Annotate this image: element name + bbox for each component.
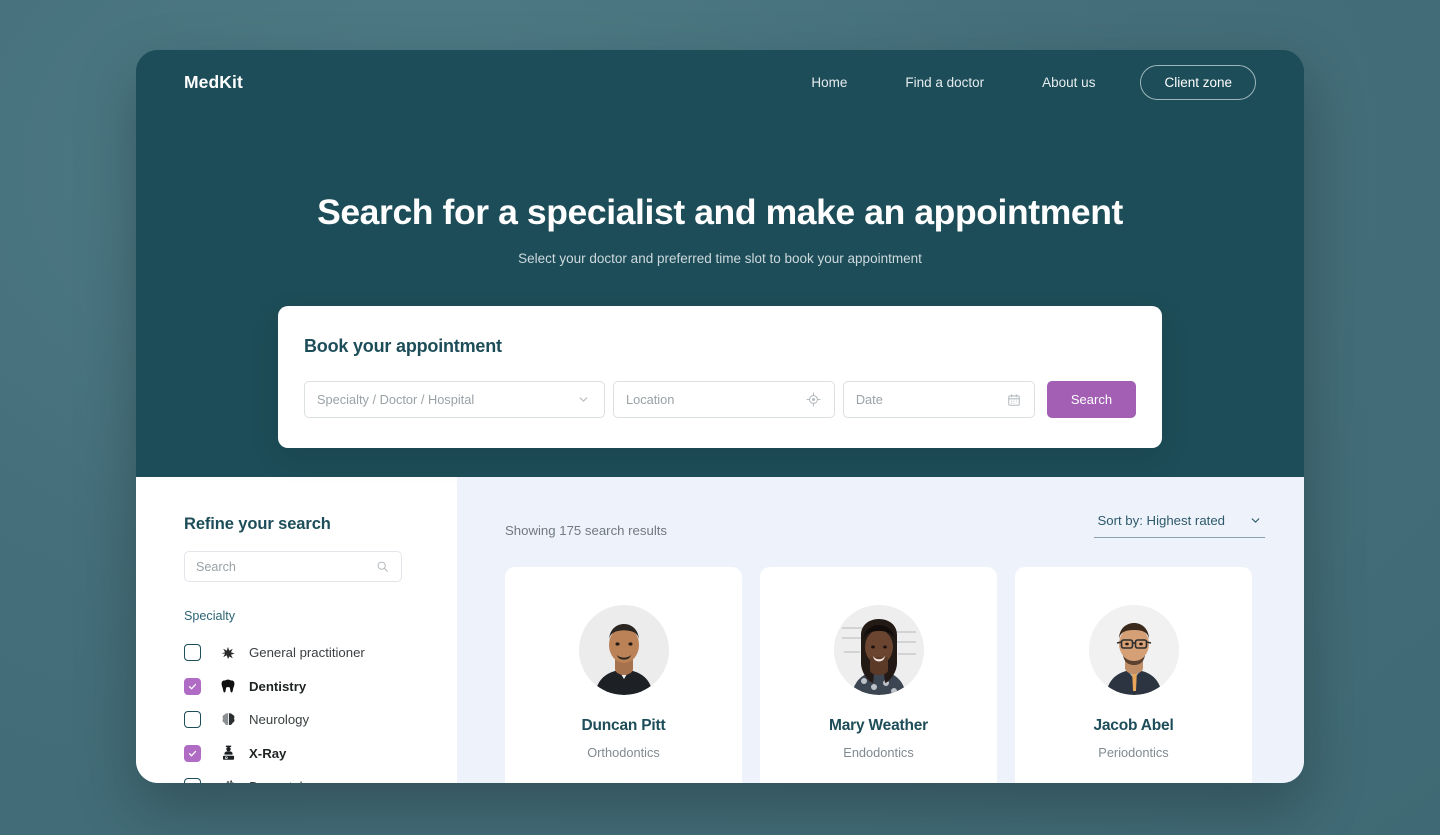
sort-by-label: Sort by: Highest rated	[1097, 513, 1225, 528]
facet-item-dentistry[interactable]: Dentistry	[184, 670, 457, 704]
sidebar-title: Refine your search	[184, 515, 331, 533]
chevron-down-icon	[1249, 514, 1262, 527]
hero-section: MedKit Home Find a doctor About us Clien…	[136, 50, 1304, 477]
facet-checkbox[interactable]	[184, 644, 201, 662]
facet-checkbox[interactable]	[184, 711, 201, 729]
date-input-placeholder: Date	[855, 392, 883, 407]
xray-technician-icon	[219, 745, 237, 761]
facet-item-neurology[interactable]: Neurology	[184, 703, 457, 737]
specialty-select[interactable]: Specialty / Doctor / Hospital	[304, 381, 605, 418]
asterisk-icon	[219, 646, 237, 660]
avatar	[578, 605, 669, 695]
doctor-specialty: Periodontics	[1098, 745, 1169, 760]
nav-item-find-a-doctor[interactable]: Find a doctor	[876, 75, 1013, 90]
calendar-icon[interactable]	[1006, 392, 1022, 408]
brain-icon	[219, 712, 237, 727]
booking-card-title: Book your appointment	[304, 336, 502, 356]
avatar	[833, 605, 924, 695]
results-count: Showing 175 search results	[505, 523, 668, 538]
location-input[interactable]: Location	[612, 381, 835, 418]
avatar	[1088, 605, 1179, 695]
hero-subtitle: Select your doctor and preferred time sl…	[518, 251, 922, 266]
facet-checkbox[interactable]	[184, 778, 201, 783]
facet-item-general-practitioner[interactable]: General practitioner	[184, 636, 457, 670]
sidebar-search-input[interactable]: Search	[184, 551, 402, 582]
crosshair-location-icon[interactable]	[806, 392, 822, 408]
facet-label: Dermatology	[249, 779, 324, 783]
facet-list: General practitioner Dentistry Neurology…	[184, 636, 457, 783]
doctor-specialty: Endodontics	[843, 745, 914, 760]
search-button[interactable]: Search	[1046, 381, 1136, 418]
facet-item-x-ray[interactable]: X-Ray	[184, 737, 457, 771]
results-header: Showing 175 search results Sort by: High…	[505, 513, 1265, 538]
filter-sidebar: Refine your search Search Specialty Gene…	[136, 477, 457, 783]
specialty-select-value: Specialty / Doctor / Hospital	[317, 392, 475, 407]
facet-checkbox[interactable]	[184, 744, 201, 762]
facet-item-dermatology[interactable]: Dermatology	[184, 770, 457, 783]
doctor-card[interactable]: Duncan Pitt Orthodontics	[505, 567, 742, 783]
doctor-name: Mary Weather	[829, 717, 928, 734]
sort-by-dropdown[interactable]: Sort by: Highest rated	[1094, 513, 1265, 538]
facet-label: X-Ray	[249, 745, 287, 761]
sidebar-search-placeholder: Search	[196, 559, 236, 574]
facet-label: Neurology	[249, 712, 310, 728]
client-zone-button[interactable]: Client zone	[1140, 64, 1256, 100]
facet-label: General practitioner	[249, 645, 365, 661]
nav-links: Home Find a doctor About us Client zone	[782, 64, 1256, 100]
magnifier-icon[interactable]	[374, 559, 390, 575]
hero-title: Search for a specialist and make an appo…	[317, 192, 1123, 232]
facet-checkbox[interactable]	[184, 677, 201, 695]
facet-label: Dentistry	[249, 678, 307, 694]
app-window: MedKit Home Find a doctor About us Clien…	[136, 50, 1304, 783]
doctor-card[interactable]: Mary Weather Endodontics	[760, 567, 997, 783]
doctor-specialty: Orthodontics	[587, 745, 660, 760]
booking-card: Book your appointment Specialty / Doctor…	[278, 306, 1162, 448]
skin-hand-icon	[219, 779, 237, 783]
brand-logo[interactable]: MedKit	[184, 72, 243, 93]
chevron-down-icon	[576, 392, 592, 408]
nav-item-home[interactable]: Home	[782, 75, 876, 90]
doctor-name: Duncan Pitt	[581, 717, 666, 734]
doctor-card-list: Duncan Pitt Orthodontics Mary Weather En…	[505, 567, 1265, 783]
date-input[interactable]: Date	[842, 381, 1035, 418]
facet-group-label: Specialty	[184, 609, 236, 623]
doctor-name: Jacob Abel	[1093, 717, 1174, 734]
body-area: Refine your search Search Specialty Gene…	[136, 477, 1304, 783]
nav-item-about-us[interactable]: About us	[1013, 75, 1124, 90]
tooth-icon	[219, 678, 237, 694]
booking-form-row: Specialty / Doctor / Hospital Location D…	[304, 381, 1136, 418]
results-area: Showing 175 search results Sort by: High…	[457, 477, 1304, 783]
navbar: MedKit Home Find a doctor About us Clien…	[136, 50, 1304, 114]
doctor-card[interactable]: Jacob Abel Periodontics	[1015, 567, 1252, 783]
location-input-placeholder: Location	[625, 392, 675, 407]
